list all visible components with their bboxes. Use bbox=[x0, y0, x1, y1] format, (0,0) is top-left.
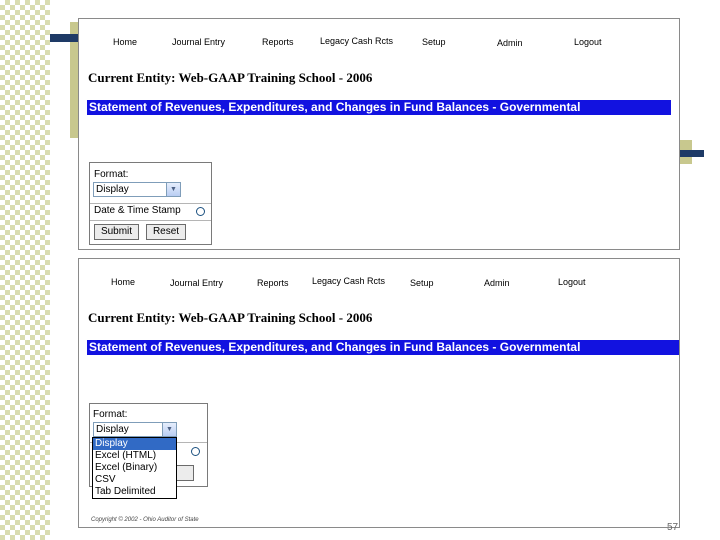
nav-journal-entry[interactable]: Journal Entry bbox=[172, 37, 225, 47]
screenshot-top: Home Journal Entry Reports Legacy Cash R… bbox=[78, 18, 680, 250]
submit-button[interactable]: Submit bbox=[94, 224, 139, 240]
format-label: Format: bbox=[93, 409, 128, 420]
nav-admin[interactable]: Admin bbox=[497, 38, 523, 48]
checkered-strip bbox=[0, 0, 50, 540]
screenshot-bottom: Home Journal Entry Reports Legacy Cash R… bbox=[78, 258, 680, 528]
nav-logout[interactable]: Logout bbox=[574, 37, 602, 47]
date-time-stamp-radio[interactable] bbox=[196, 207, 205, 216]
nav-legacy-cash-rcts[interactable]: Legacy Cash Rcts bbox=[312, 276, 385, 286]
nav-home[interactable]: Home bbox=[111, 277, 135, 287]
nav-home[interactable]: Home bbox=[113, 37, 137, 47]
format-select[interactable]: Display ▼ bbox=[93, 182, 181, 197]
page-number: 57 bbox=[667, 522, 679, 533]
reset-button-partial[interactable] bbox=[176, 465, 194, 481]
report-title-bar: Statement of Revenues, Expenditures, and… bbox=[87, 100, 671, 115]
nav-reports[interactable]: Reports bbox=[257, 278, 289, 288]
nav-journal-entry[interactable]: Journal Entry bbox=[170, 278, 223, 288]
dropdown-option-excel-binary[interactable]: Excel (Binary) bbox=[93, 462, 176, 474]
entity-heading: Current Entity: Web-GAAP Training School… bbox=[88, 310, 373, 325]
dropdown-option-display[interactable]: Display bbox=[93, 438, 176, 450]
report-options-form: Format: Display ▼ Date & Time Stamp Subm… bbox=[89, 162, 212, 245]
nav-reports[interactable]: Reports bbox=[262, 37, 294, 47]
nav-setup[interactable]: Setup bbox=[410, 278, 434, 288]
report-title-bar: Statement of Revenues, Expenditures, and… bbox=[87, 340, 679, 355]
format-dropdown-list[interactable]: Display Excel (HTML) Excel (Binary) CSV … bbox=[92, 437, 177, 499]
chevron-down-icon: ▼ bbox=[162, 423, 176, 436]
reset-button[interactable]: Reset bbox=[146, 224, 186, 240]
nav-logout[interactable]: Logout bbox=[558, 277, 586, 287]
copyright-text: Copyright © 2002 - Ohio Auditor of State bbox=[91, 517, 199, 523]
entity-heading: Current Entity: Web-GAAP Training School… bbox=[88, 70, 373, 85]
format-select-value: Display bbox=[96, 184, 129, 195]
navy-accent-bar-right bbox=[678, 150, 704, 157]
nav-setup[interactable]: Setup bbox=[422, 37, 446, 47]
format-label: Format: bbox=[94, 169, 129, 180]
dropdown-option-tab-delimited[interactable]: Tab Delimited bbox=[93, 486, 176, 498]
nav-legacy-cash-rcts[interactable]: Legacy Cash Rcts bbox=[320, 36, 393, 46]
nav-admin[interactable]: Admin bbox=[484, 278, 510, 288]
date-time-stamp-label: Date & Time Stamp bbox=[94, 205, 181, 216]
dropdown-option-csv[interactable]: CSV bbox=[93, 474, 176, 486]
format-select-value: Display bbox=[96, 424, 129, 435]
chevron-down-icon: ▼ bbox=[166, 183, 180, 196]
date-time-stamp-radio[interactable] bbox=[191, 447, 200, 456]
dropdown-option-excel-html[interactable]: Excel (HTML) bbox=[93, 450, 176, 462]
format-select[interactable]: Display ▼ bbox=[93, 422, 177, 437]
